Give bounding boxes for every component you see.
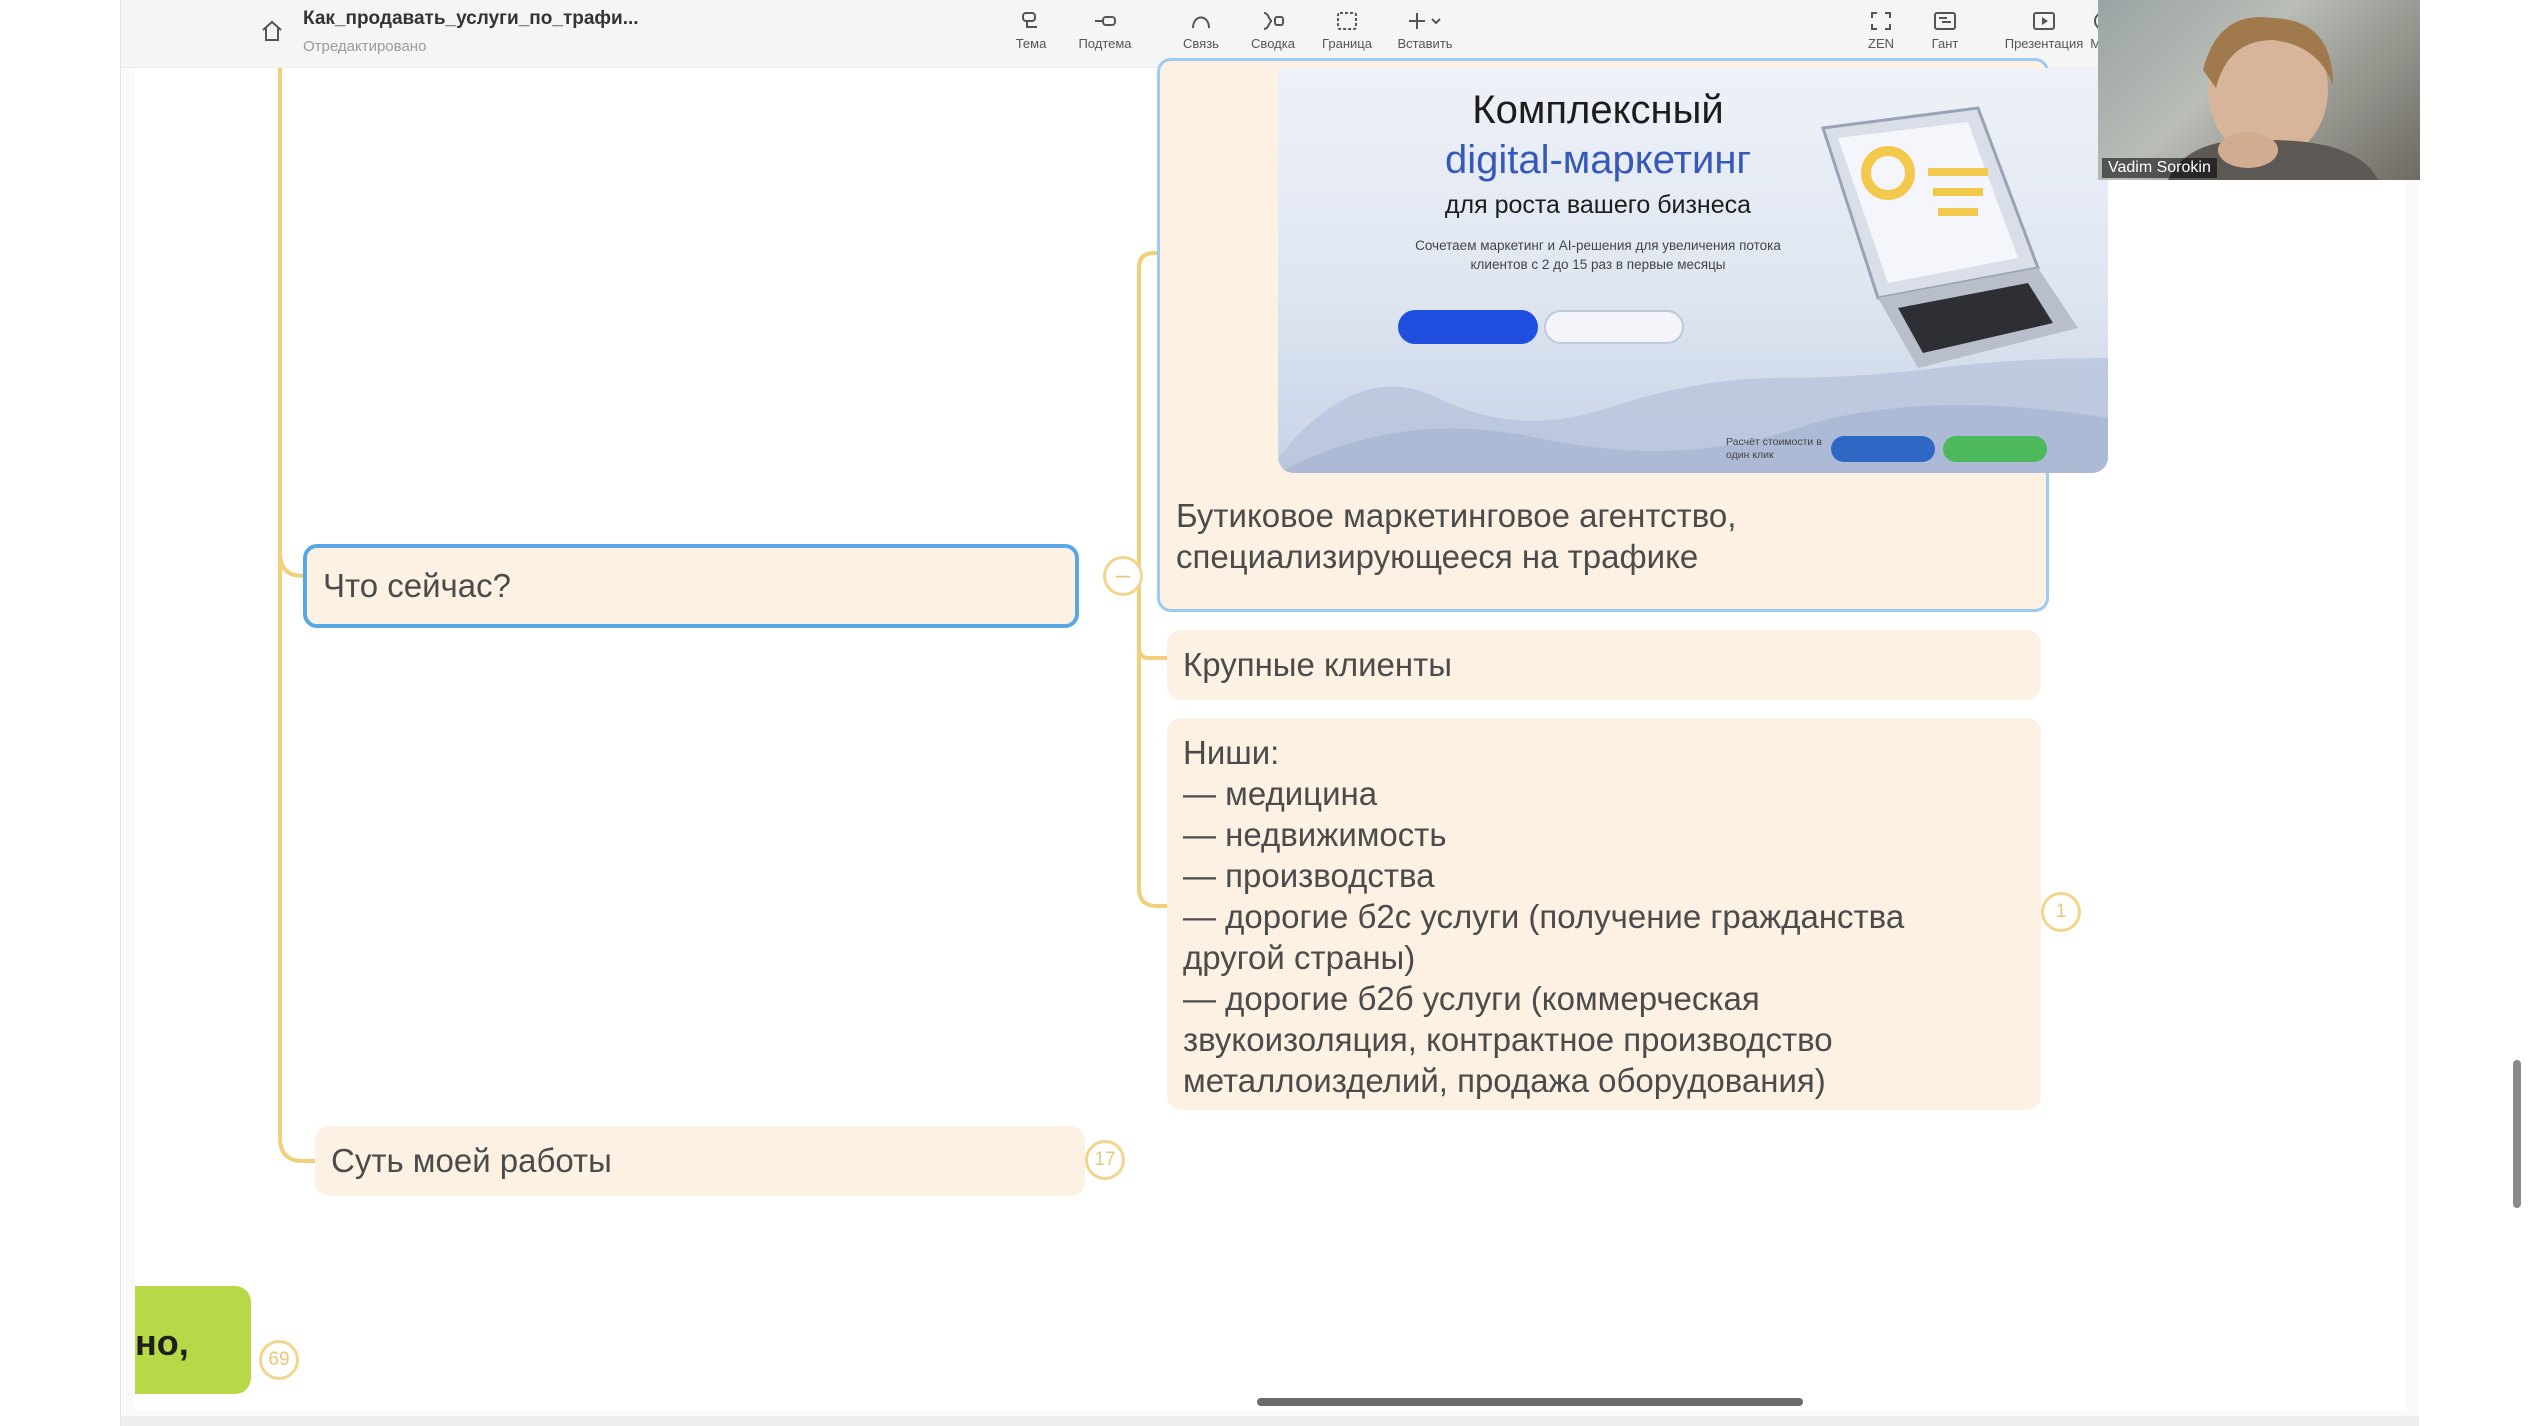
- landing-secondary-button: [1544, 310, 1684, 344]
- summary-label: Сводка: [1251, 36, 1295, 51]
- laptop-illustration: [1821, 106, 2078, 368]
- relation-label: Связь: [1183, 36, 1219, 51]
- landing-primary-button: [1398, 310, 1538, 344]
- webcam-overlay: Vadim Sorokin: [2098, 0, 2420, 180]
- insert-button[interactable]: Вставить: [1385, 8, 1465, 62]
- boundary-label: Граница: [1322, 36, 1372, 51]
- vertical-scrollbar[interactable]: [2513, 1060, 2521, 1208]
- work-node[interactable]: Суть моей работы: [315, 1126, 1085, 1196]
- bottom-green-node[interactable]: но,: [135, 1286, 251, 1394]
- clients-node[interactable]: Крупные клиенты: [1167, 630, 2041, 700]
- participant-name: Vadim Sorokin: [2102, 158, 2217, 178]
- current-state-text: Что сейчас?: [323, 567, 511, 604]
- landing-heading-3: для роста вашего бизнеса: [1444, 191, 1752, 219]
- relation-icon: [1192, 16, 1210, 29]
- boundary-icon: [1337, 12, 1357, 30]
- clients-node-text: Крупные клиенты: [1183, 646, 1452, 683]
- subtopic-icon: [1095, 16, 1116, 26]
- landing-telegram-pill: [1831, 436, 1935, 462]
- landing-heading-1: Комплексный: [1472, 88, 1724, 132]
- bottom-count-badge[interactable]: 69: [259, 1340, 299, 1380]
- gantt-button[interactable]: Гант: [1905, 8, 1985, 62]
- insert-label: Вставить: [1397, 36, 1453, 51]
- niches-node[interactable]: Ниши: — медицина — недвижимость — произв…: [1167, 718, 2041, 1110]
- bottom-node-text: но,: [135, 1322, 189, 1363]
- insert-icon: [1409, 13, 1441, 29]
- collapse-toggle[interactable]: –: [1103, 556, 1143, 596]
- summary-icon: [1263, 12, 1284, 30]
- zen-icon: [1871, 12, 1891, 30]
- document-title[interactable]: Как_продавать_услуги_по_трафи...: [303, 8, 639, 30]
- presentation-button[interactable]: Презентация: [1994, 8, 2094, 62]
- landing-heading-2: digital-маркетинг: [1444, 138, 1752, 182]
- relation-button[interactable]: Связь: [1161, 8, 1241, 62]
- niches-node-text: Ниши: — медицина — недвижимость — произв…: [1183, 734, 1905, 1099]
- person-video-feed: [2168, 17, 2378, 180]
- presentation-icon: [2033, 12, 2055, 30]
- landing-screenshot-image: Комплексный digital-маркетинг для роста …: [1278, 68, 2108, 473]
- gantt-label: Гант: [1931, 36, 1959, 51]
- topic-label: Тема: [1015, 36, 1047, 51]
- topic-button[interactable]: Тема: [991, 8, 1071, 62]
- landing-calc-text: Расчёт стоимости в один клик: [1726, 436, 1822, 461]
- horizontal-scrollbar[interactable]: [1257, 1398, 1803, 1406]
- mindmap-app-window: Как_продавать_услуги_по_трафи... Отредак…: [120, 0, 2521, 1426]
- document-status: Отредактировано: [303, 38, 427, 55]
- current-state-node[interactable]: Что сейчас?: [303, 544, 1079, 628]
- subtopic-button[interactable]: Подтема: [1065, 8, 1145, 62]
- niches-count-badge[interactable]: 1: [2041, 892, 2081, 932]
- subtopic-label: Подтема: [1078, 36, 1132, 51]
- topic-icon: [1022, 12, 1037, 28]
- status-bar: [121, 1416, 2419, 1426]
- landing-whatsapp-pill: [1943, 436, 2047, 462]
- agency-node-text: Бутиковое маркетинговое агентство, специ…: [1176, 497, 1737, 575]
- boundary-button[interactable]: Граница: [1307, 8, 1387, 62]
- screen: Как_продавать_услуги_по_трафи... Отредак…: [0, 0, 2535, 1426]
- work-node-text: Суть моей работы: [331, 1142, 612, 1179]
- work-count-badge[interactable]: 17: [1085, 1140, 1125, 1180]
- summary-button[interactable]: Сводка: [1233, 8, 1313, 62]
- presentation-label: Презентация: [2004, 36, 2084, 51]
- home-icon[interactable]: [259, 18, 285, 44]
- landing-paragraph: Сочетаем маркетинг и AI-решения для увел…: [1415, 238, 1781, 272]
- gantt-icon: [1934, 12, 1956, 30]
